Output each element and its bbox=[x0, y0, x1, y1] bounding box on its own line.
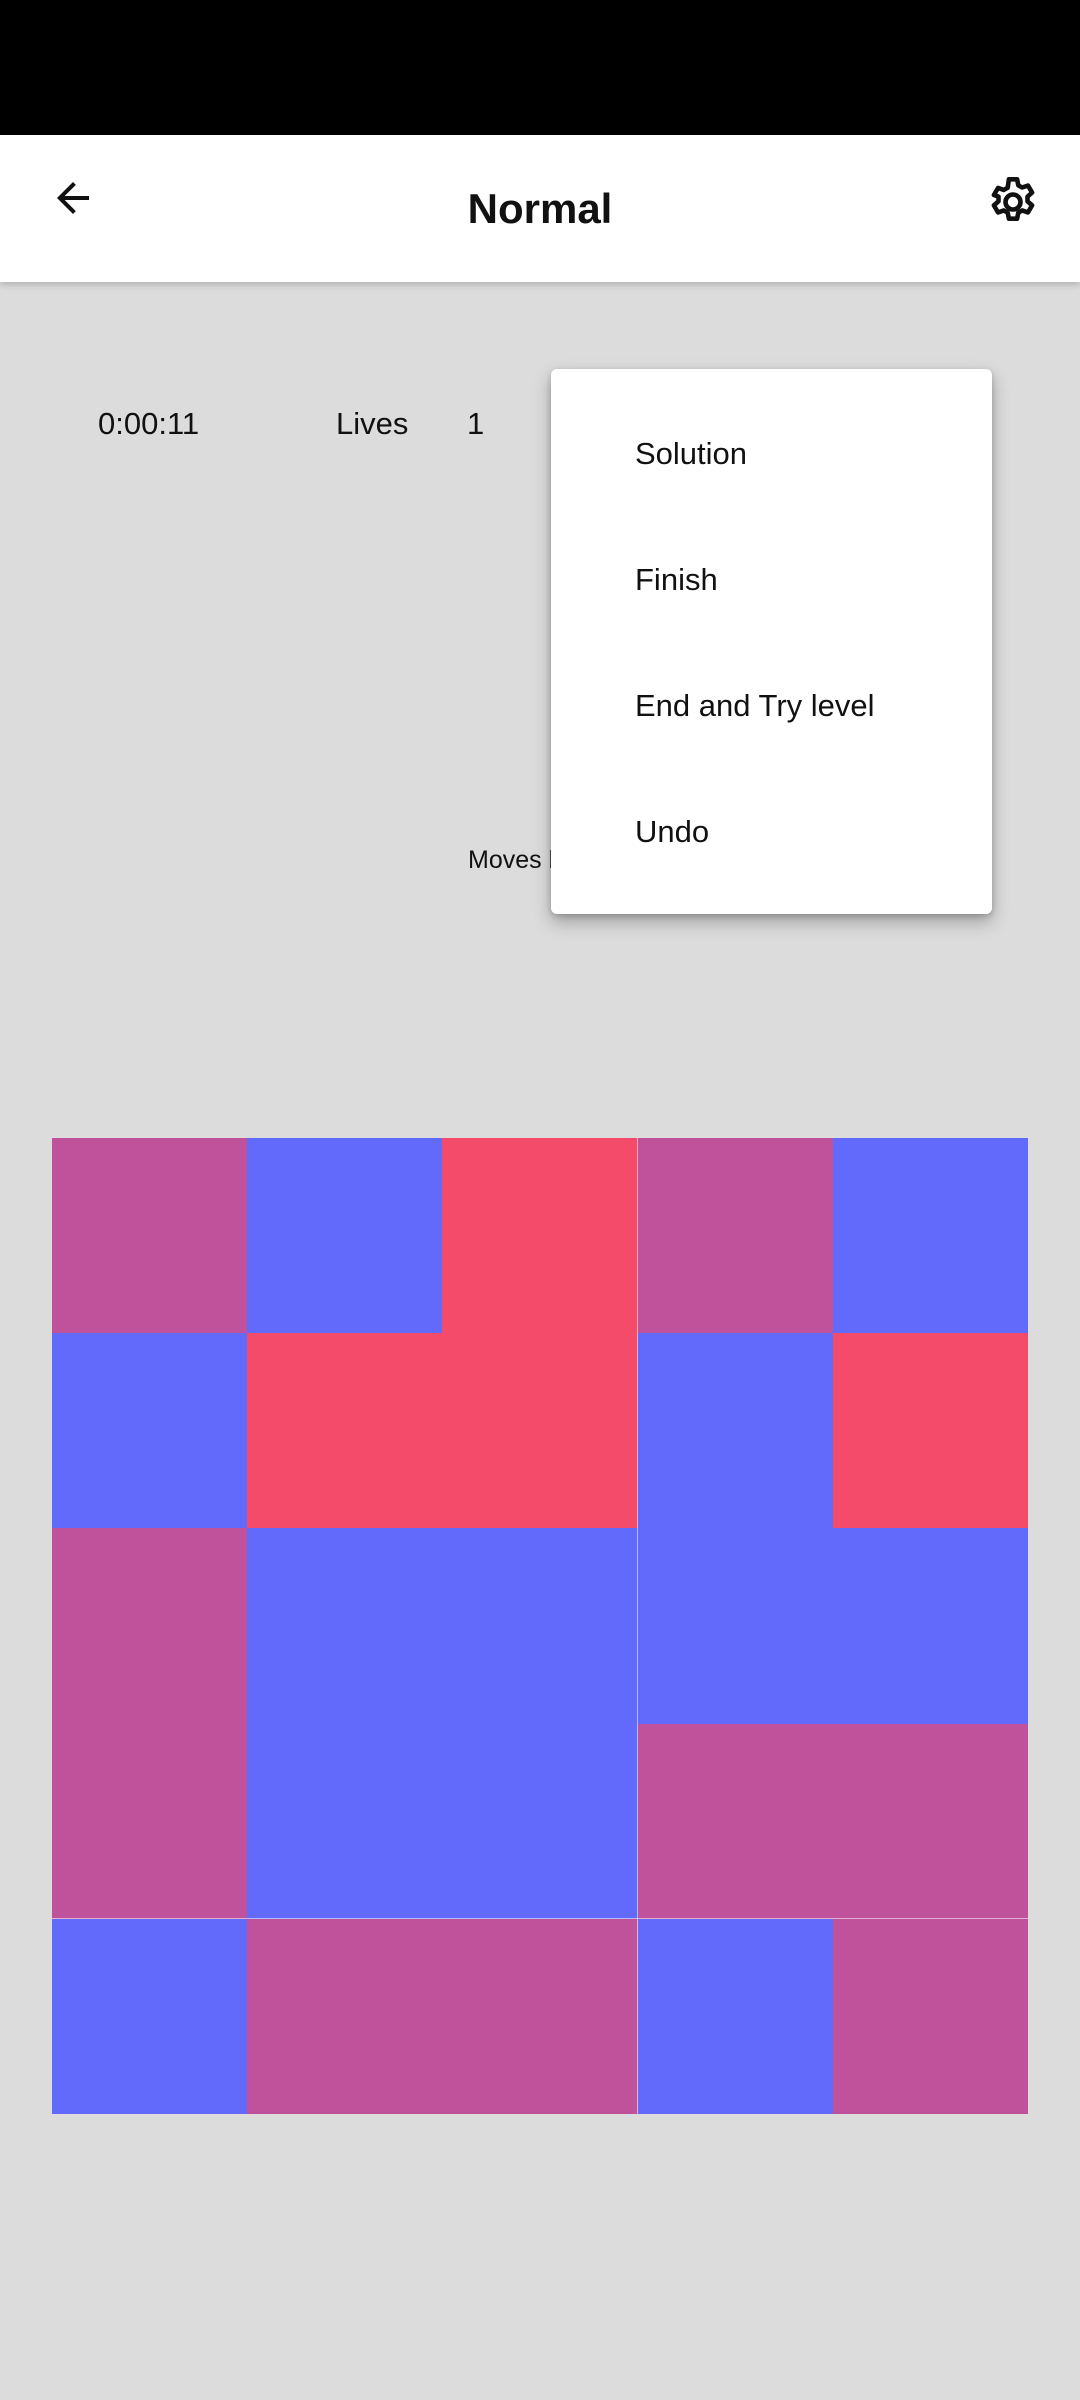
board-cell[interactable] bbox=[637, 1138, 834, 1334]
board-cell[interactable] bbox=[52, 1138, 248, 1334]
board-cell[interactable] bbox=[442, 1723, 639, 1920]
board-cell[interactable] bbox=[637, 1723, 834, 1920]
board-cell[interactable] bbox=[247, 1138, 443, 1334]
game-board bbox=[52, 1138, 1029, 2115]
board-cell[interactable] bbox=[52, 1918, 248, 2115]
board-cell[interactable] bbox=[52, 1333, 248, 1529]
board-cell[interactable] bbox=[442, 1918, 639, 2115]
board-cell[interactable] bbox=[247, 1528, 443, 1725]
menu-item-end-and-try-level[interactable]: End and Try level bbox=[551, 643, 992, 769]
settings-button[interactable] bbox=[978, 167, 1048, 237]
board-cell[interactable] bbox=[637, 1333, 834, 1529]
board-cell[interactable] bbox=[247, 1333, 443, 1529]
board-divider-horizontal bbox=[52, 1917, 1028, 1919]
lives-label: Lives bbox=[336, 406, 409, 441]
board-cell[interactable] bbox=[52, 1528, 248, 1725]
board-cell[interactable] bbox=[442, 1333, 639, 1529]
app-bar: Normal bbox=[0, 135, 1080, 282]
menu-item-finish[interactable]: Finish bbox=[551, 517, 992, 643]
board-cell[interactable] bbox=[247, 1723, 443, 1920]
board-cell[interactable] bbox=[637, 1918, 834, 2115]
overflow-menu: Solution Finish End and Try level Undo bbox=[551, 369, 992, 914]
moves-label: Moves l bbox=[468, 846, 555, 874]
timer-display: 0:00:11 bbox=[98, 406, 200, 441]
board-cell[interactable] bbox=[52, 1723, 248, 1920]
board-cell[interactable] bbox=[442, 1138, 639, 1334]
board-divider-vertical bbox=[636, 1138, 638, 2114]
gear-icon bbox=[991, 176, 1035, 221]
board-cell[interactable] bbox=[442, 1528, 639, 1725]
board-cell[interactable] bbox=[637, 1528, 834, 1725]
board-cell[interactable] bbox=[832, 1528, 1029, 1725]
board-cell[interactable] bbox=[832, 1138, 1029, 1334]
menu-item-undo[interactable]: Undo bbox=[551, 769, 992, 895]
board-cell[interactable] bbox=[832, 1723, 1029, 1920]
status-bar bbox=[0, 0, 1080, 135]
menu-item-solution[interactable]: Solution bbox=[551, 391, 992, 517]
board-cell[interactable] bbox=[832, 1918, 1029, 2115]
lives-value: 1 bbox=[467, 406, 485, 441]
board-cell[interactable] bbox=[247, 1918, 443, 2115]
page-title: Normal bbox=[467, 185, 613, 232]
board-cell[interactable] bbox=[832, 1333, 1029, 1529]
